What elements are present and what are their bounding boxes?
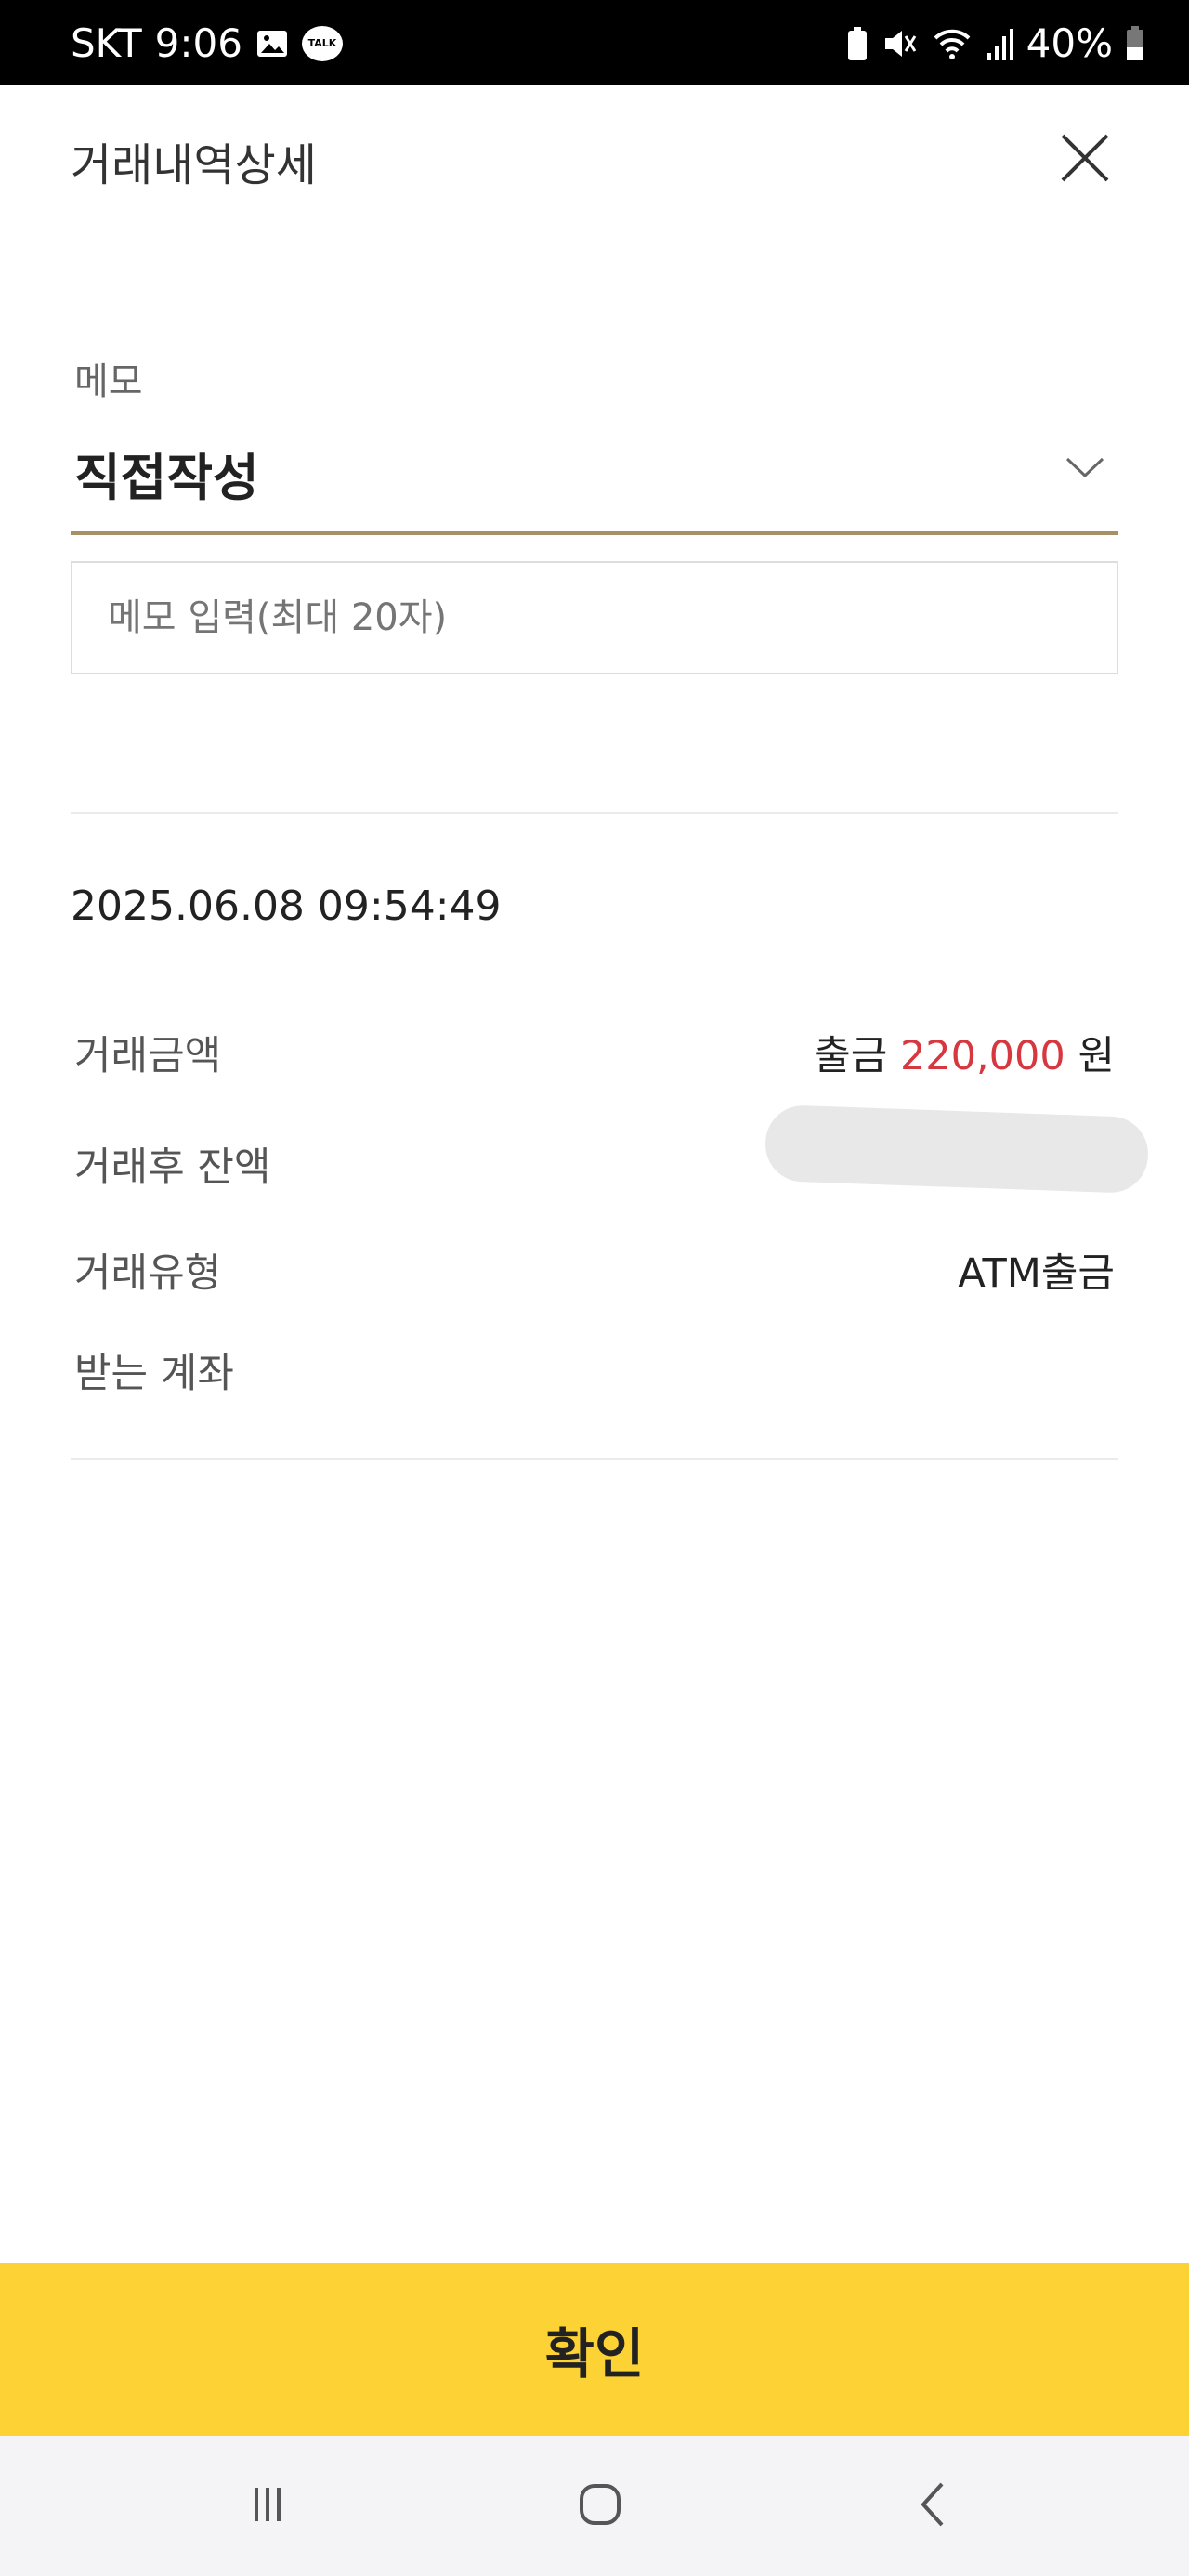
divider <box>71 812 1118 814</box>
amount-row: 거래금액 출금 220,000 원 <box>74 1024 1115 1081</box>
close-icon[interactable] <box>1057 130 1113 186</box>
balance-label: 거래후 잔액 <box>74 1144 271 1191</box>
home-icon[interactable] <box>572 2477 628 2532</box>
back-icon[interactable] <box>907 2477 962 2532</box>
clock: 9:06 <box>154 20 242 66</box>
chevron-down-icon <box>1065 457 1104 478</box>
amount-label: 거래금액 <box>74 1033 222 1079</box>
amount-unit: 원 <box>1078 1033 1115 1079</box>
divider <box>71 1458 1118 1460</box>
navigation-bar <box>0 2436 1189 2576</box>
gallery-icon <box>256 30 287 57</box>
signal-icon <box>986 28 1013 60</box>
status-bar: SKT 9:06 TALK 40% <box>0 0 1189 85</box>
account-label: 받는 계좌 <box>74 1351 234 1397</box>
recent-apps-icon[interactable] <box>240 2477 295 2532</box>
amount: 220,000 <box>899 1033 1065 1079</box>
battery-icon <box>1127 25 1143 60</box>
amount-value: 출금 220,000 원 <box>814 1024 1115 1081</box>
amount-type: 출금 <box>814 1033 888 1079</box>
battery-saver-icon <box>847 26 867 60</box>
redacted-balance <box>764 1104 1150 1195</box>
type-label: 거래유형 <box>74 1250 222 1297</box>
battery-percent: 40% <box>1026 20 1113 66</box>
memo-input[interactable] <box>71 561 1118 674</box>
memo-type-select[interactable]: 직접작성 <box>71 435 1118 535</box>
memo-label: 메모 <box>74 360 143 403</box>
kakaotalk-icon: TALK <box>301 25 343 61</box>
page-title: 거래내역상세 <box>71 139 317 191</box>
mute-icon <box>884 30 916 57</box>
transaction-datetime: 2025.06.08 09:54:49 <box>71 883 502 930</box>
type-value: ATM출금 <box>958 1250 1115 1297</box>
type-row: 거래유형 ATM출금 <box>74 1241 1115 1299</box>
confirm-button[interactable]: 확인 <box>0 2263 1189 2436</box>
memo-type-value: 직접작성 <box>74 449 259 507</box>
account-row: 받는 계좌 <box>74 1341 1115 1399</box>
carrier: SKT <box>71 20 142 66</box>
wifi-icon <box>934 29 971 59</box>
